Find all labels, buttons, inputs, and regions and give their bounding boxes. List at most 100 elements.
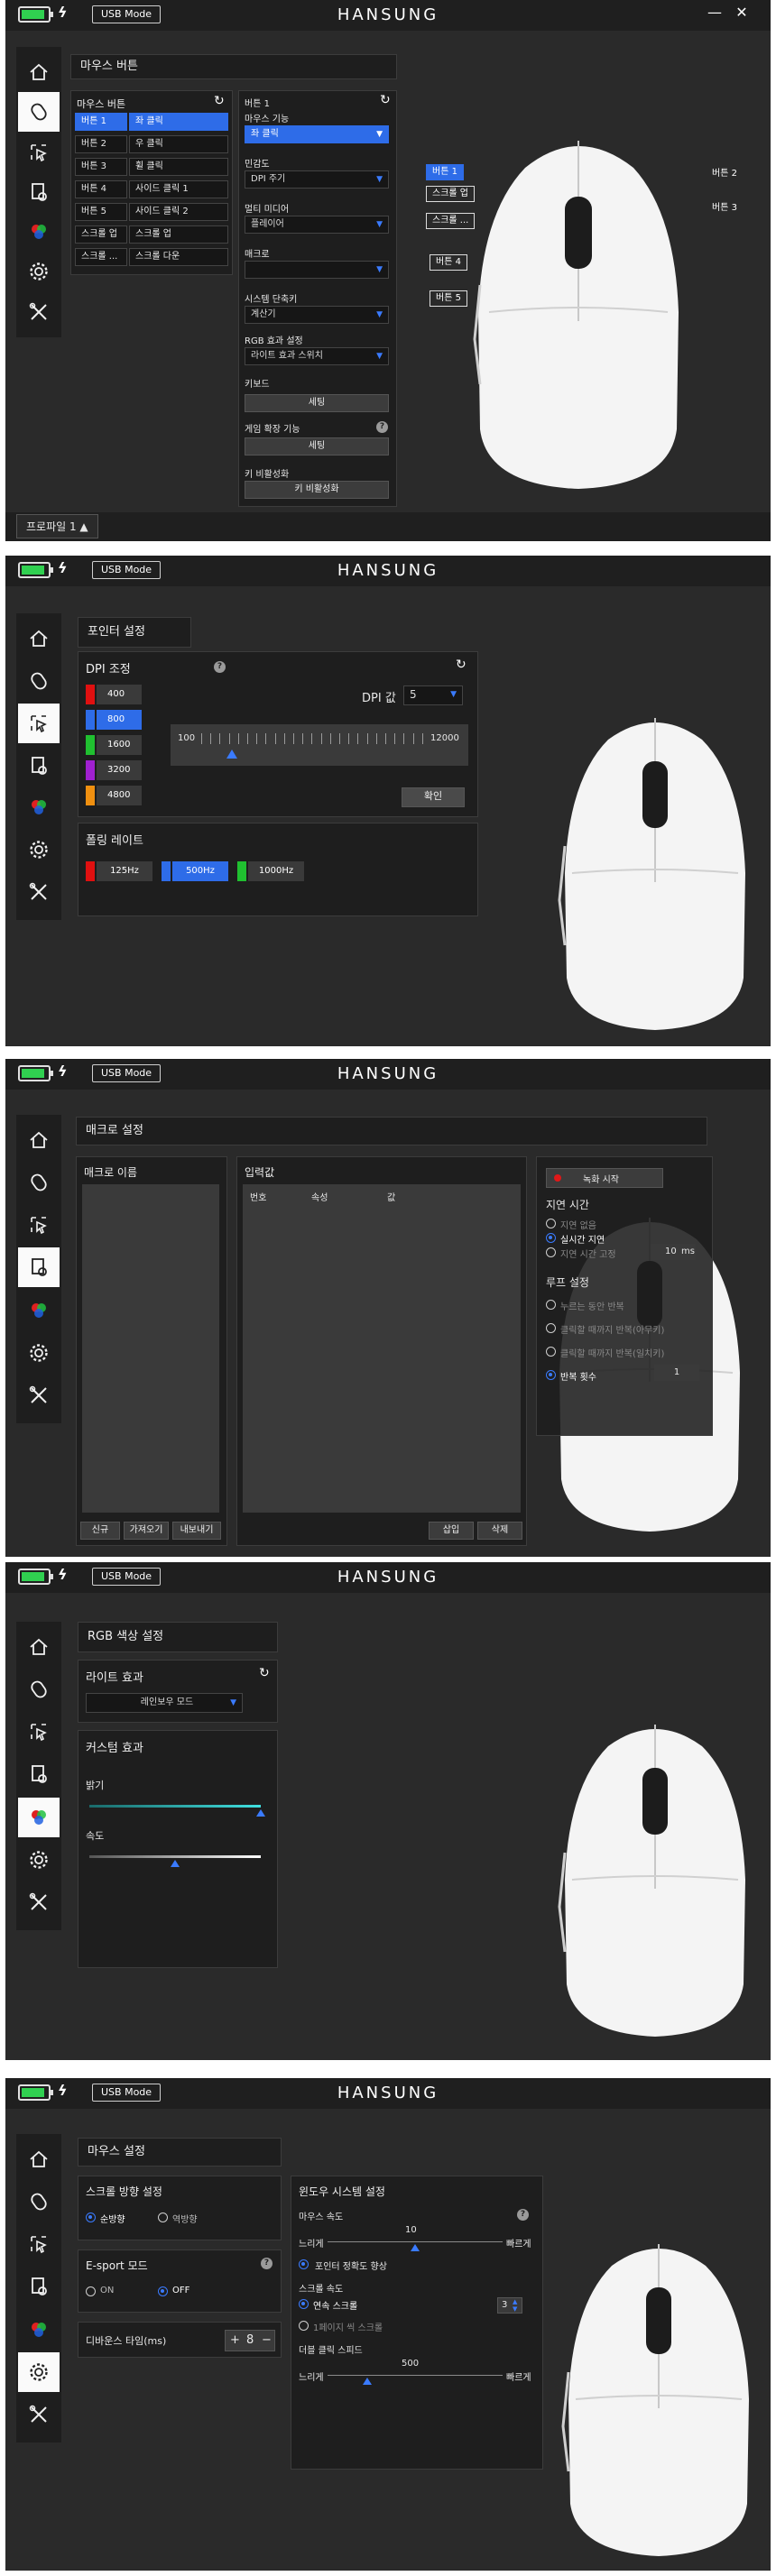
polling-500hz[interactable]: 500Hz (172, 861, 228, 881)
sidebar-item-settings[interactable] (18, 1333, 60, 1373)
sidebar-item-settings[interactable] (18, 252, 60, 291)
sidebar-item-rgb[interactable] (18, 1291, 60, 1330)
callout-right-0[interactable]: 버튼 2 (706, 166, 744, 182)
button-row-function[interactable]: 스크롤 다운 (129, 248, 228, 266)
sidebar-item-rgb[interactable] (18, 2310, 60, 2350)
macro-select[interactable]: ▼ (245, 261, 389, 279)
button-row-function[interactable]: 휠 클릭 (129, 158, 228, 176)
delay-radio[interactable] (546, 1247, 556, 1257)
callout-2[interactable]: 스크롤 ... (426, 213, 476, 229)
sidebar-item-tools[interactable] (18, 2395, 60, 2434)
dpi-color-swatch[interactable] (86, 786, 95, 805)
spin-arrows-icon[interactable]: ▲ ▼ (513, 2298, 517, 2313)
callout-right-1[interactable]: 버튼 3 (706, 200, 744, 216)
help-icon[interactable]: ? (261, 2258, 273, 2269)
help-icon[interactable]: ? (214, 661, 226, 673)
button-row-function[interactable]: 스크롤 업 (129, 225, 228, 244)
sidebar-item-home[interactable] (18, 1120, 60, 1160)
callout-3[interactable]: 버튼 4 (430, 254, 467, 271)
polling-color-swatch[interactable] (86, 861, 95, 881)
sidebar-item-tools[interactable] (18, 1375, 60, 1415)
callout-1[interactable]: 스크롤 업 (426, 186, 475, 202)
sens-select[interactable]: DPI 주기 ▼ (245, 170, 389, 189)
fixed-delay-input[interactable]: 10 ms (651, 1244, 696, 1260)
sidebar-item-home[interactable] (18, 1627, 60, 1667)
button-row-name[interactable]: 스크롤 업 (75, 225, 127, 244)
sidebar-item-macro[interactable] (18, 1247, 60, 1288)
sidebar-item-mouse-button[interactable] (18, 661, 60, 701)
debounce-stepper[interactable]: + 8 − (225, 2330, 275, 2351)
sidebar-item-tools[interactable] (18, 872, 60, 912)
dpi-level-1[interactable]: 400 (97, 685, 142, 704)
close-icon[interactable]: ✕ (733, 4, 751, 21)
speed-slider[interactable] (89, 1855, 261, 1867)
polling-1000hz[interactable]: 1000Hz (248, 861, 304, 881)
scroll-lines-stepper[interactable]: 3 ▲ ▼ (497, 2297, 522, 2314)
scroll-mode-radio[interactable] (299, 2321, 309, 2331)
sidebar-item-settings[interactable] (18, 1840, 60, 1880)
polling-color-swatch[interactable] (162, 861, 171, 881)
dpi-color-swatch[interactable] (86, 760, 95, 780)
help-icon[interactable]: ? (517, 2209, 529, 2221)
usb-mode-badge[interactable]: USB Mode (92, 1568, 162, 1586)
sidebar-item-tools[interactable] (18, 1882, 60, 1922)
polling-125hz[interactable]: 125Hz (97, 861, 152, 881)
usb-mode-badge[interactable]: USB Mode (92, 1064, 162, 1082)
loop-radio[interactable] (546, 1370, 556, 1380)
sidebar-item-pointer[interactable] (18, 1205, 60, 1245)
sidebar-item-pointer[interactable] (18, 2224, 60, 2264)
macro-name-list[interactable] (82, 1184, 219, 1513)
loop-radio[interactable] (546, 1347, 556, 1357)
dpi-color-swatch[interactable] (86, 710, 95, 730)
sidebar-item-rgb[interactable] (18, 212, 60, 252)
sidebar-item-home[interactable] (18, 619, 60, 658)
scroll-direction-radio[interactable] (86, 2213, 96, 2222)
delete-button[interactable]: 삭제 (477, 1522, 522, 1540)
scroll-direction-radio[interactable] (158, 2213, 168, 2222)
game-setting-button[interactable]: 세팅 (245, 437, 389, 455)
precision-radio[interactable] (299, 2259, 309, 2269)
reset-icon[interactable]: ↻ (380, 93, 391, 107)
disable-key-button[interactable]: 키 비활성화 (245, 481, 389, 499)
button-row-name[interactable]: 버튼 3 (75, 158, 127, 176)
dpi-color-swatch[interactable] (86, 685, 95, 704)
slider-handle[interactable] (363, 2378, 373, 2385)
delay-radio[interactable] (546, 1219, 556, 1228)
sidebar-item-macro[interactable] (18, 746, 60, 786)
sidebar-item-rgb[interactable] (18, 787, 60, 827)
callout-4[interactable]: 버튼 5 (430, 290, 467, 307)
mouse-speed-slider[interactable] (328, 2241, 503, 2251)
button-row-function[interactable]: 사이드 클릭 1 (129, 180, 228, 198)
scroll-mode-radio[interactable] (299, 2299, 309, 2309)
sidebar-item-settings[interactable] (18, 2351, 60, 2392)
sidebar-item-mouse-button[interactable] (18, 92, 60, 133)
sidebar-item-mouse-button[interactable] (18, 1670, 60, 1709)
brightness-slider[interactable] (89, 1805, 265, 1817)
usb-mode-badge[interactable]: USB Mode (92, 561, 162, 579)
button-row-name[interactable]: 스크롤 ... (75, 248, 127, 266)
button-row-name[interactable]: 버튼 4 (75, 180, 127, 198)
new-button[interactable]: 신규 (80, 1522, 120, 1540)
multimedia-select[interactable]: 플레이어 ▼ (245, 216, 389, 234)
dpi-level-2[interactable]: 800 (97, 710, 142, 730)
esport-radio[interactable] (158, 2286, 168, 2296)
sidebar-item-home[interactable] (18, 52, 60, 92)
dpi-level-3[interactable]: 1600 (97, 735, 142, 755)
record-button[interactable]: 녹화 시작 (546, 1168, 663, 1188)
sidebar-item-mouse-button[interactable] (18, 1163, 60, 1202)
loop-radio[interactable] (546, 1323, 556, 1333)
button-row-function[interactable]: 사이드 클릭 2 (129, 203, 228, 221)
rgb-select[interactable]: 라이트 효과 스위치 ▼ (245, 347, 389, 365)
profile-selector[interactable]: 프로파일 1 ▲ (16, 514, 98, 538)
light-effect-select[interactable]: 레인보우 모드 ▼ (86, 1693, 243, 1713)
slider-handle[interactable] (171, 1860, 180, 1867)
insert-button[interactable]: 삽입 (429, 1522, 474, 1540)
sidebar-item-tools[interactable] (18, 292, 60, 332)
sidebar-item-pointer[interactable] (18, 133, 60, 172)
double-click-slider[interactable] (328, 2375, 503, 2385)
esport-radio[interactable] (86, 2286, 96, 2296)
delay-radio[interactable] (546, 1233, 556, 1243)
export-button[interactable]: 내보내기 (172, 1522, 221, 1540)
reset-icon[interactable]: ↻ (259, 1666, 270, 1680)
polling-color-swatch[interactable] (237, 861, 246, 881)
